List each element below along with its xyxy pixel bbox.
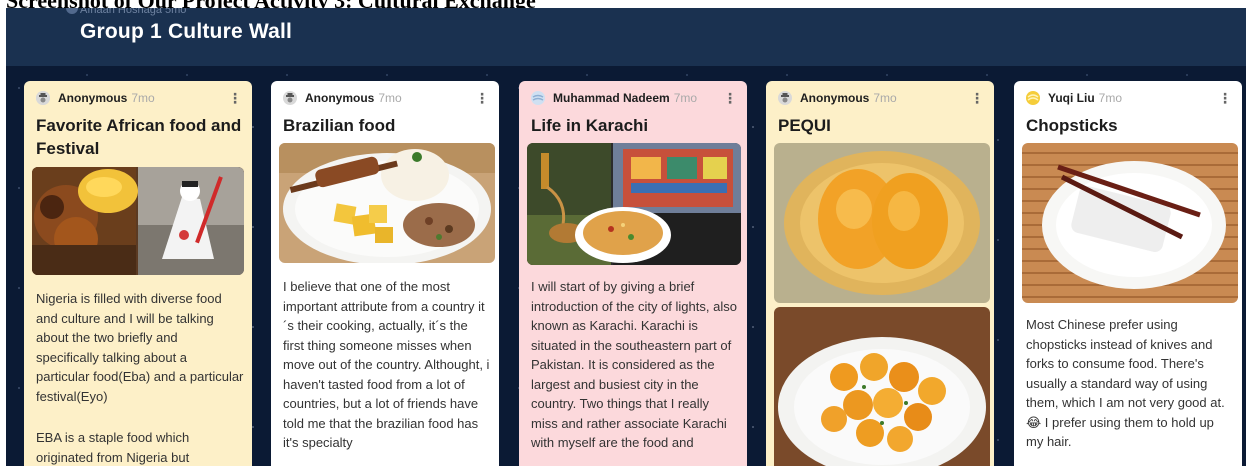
post-body-continued: EBA is a staple food which originated fr… [36, 430, 190, 465]
anonymous-icon [778, 91, 792, 105]
post-header: Anonymous 7mo ⋮ [778, 89, 984, 107]
more-options-icon[interactable]: ⋮ [475, 91, 489, 105]
post-card-2[interactable]: Anonymous 7mo ⋮ Brazilian food I believe… [271, 81, 499, 466]
post-card-5[interactable]: Yuqi Liu 7mo ⋮ Chopsticks Most Chinese p… [1014, 81, 1242, 466]
pequi-fruit [774, 143, 990, 303]
post-time: 7mo [673, 91, 698, 105]
post-author: Anonymous [800, 91, 870, 105]
post-title: Life in Karachi [531, 116, 649, 135]
post-image[interactable] [527, 143, 741, 265]
post-image[interactable] [1022, 143, 1238, 303]
post-image[interactable] [774, 143, 990, 303]
ghost-author: Afnaan Hoshaga [80, 8, 162, 16]
post-author: Anonymous [58, 91, 128, 105]
board-header: Afnaan Hoshaga 5mo Group 1 Culture Wall [6, 8, 1246, 66]
padlet-board: Afnaan Hoshaga 5mo Group 1 Culture Wall … [6, 8, 1246, 466]
post-header: Yuqi Liu 7mo ⋮ [1026, 89, 1232, 107]
board-title: Group 1 Culture Wall [80, 20, 293, 43]
more-options-icon[interactable]: ⋮ [228, 91, 242, 105]
post-title: Favorite African food and Festival [36, 116, 242, 158]
more-options-icon[interactable]: ⋮ [1218, 91, 1232, 105]
cooked-pequi-plate [774, 307, 990, 466]
post-body: Nigeria is filled with diverse food and … [36, 291, 244, 404]
post-time: 7mo [873, 91, 897, 105]
more-options-icon[interactable]: ⋮ [723, 91, 737, 105]
ghost-time: 5mo [165, 8, 187, 16]
post-header: Anonymous 7mo ⋮ [36, 89, 242, 107]
post-time: 7mo [378, 91, 402, 105]
post-time: 7mo [131, 91, 155, 105]
karachi-collage [527, 143, 741, 265]
post-image[interactable] [32, 167, 244, 275]
post-card-3[interactable]: Muhammad Nadeem 7mo ⋮ Life in Karachi I … [519, 81, 747, 466]
anonymous-icon [283, 91, 297, 105]
post-title: Brazilian food [283, 116, 396, 135]
post-header: Anonymous 7mo ⋮ [283, 89, 489, 107]
post-title: PEQUI [778, 116, 831, 135]
ghost-avatar [66, 8, 78, 14]
post-card-1[interactable]: Anonymous 7mo ⋮ Favorite African food an… [24, 81, 252, 466]
yuqi-avatar-icon [1026, 91, 1040, 105]
post-card-4[interactable]: Anonymous 7mo ⋮ PEQUI [766, 81, 994, 466]
post-author: Yuqi Liu [1048, 91, 1095, 105]
user-avatar-icon [531, 91, 545, 105]
post-title: Chopsticks [1026, 116, 1118, 135]
post-body: I will start of by giving a brief introd… [531, 279, 737, 450]
post-image-2[interactable] [774, 307, 990, 466]
post-body: I believe that one of the most important… [283, 279, 490, 450]
post-header: Muhammad Nadeem 7mo ⋮ [531, 89, 737, 107]
more-options-icon[interactable]: ⋮ [970, 91, 984, 105]
post-author: Muhammad Nadeem [553, 91, 670, 105]
chopsticks-plate [1022, 143, 1238, 303]
post-body: Most Chinese prefer using chopsticks ins… [1026, 317, 1225, 449]
food-festival-collage [32, 167, 244, 275]
post-author: Anonymous [305, 91, 375, 105]
brazilian-plate [279, 143, 495, 263]
post-image[interactable] [279, 143, 495, 263]
post-time: 7mo [1098, 91, 1123, 105]
ghost-text: Afnaan Hoshaga 5mo [80, 8, 186, 16]
anonymous-icon [36, 91, 50, 105]
